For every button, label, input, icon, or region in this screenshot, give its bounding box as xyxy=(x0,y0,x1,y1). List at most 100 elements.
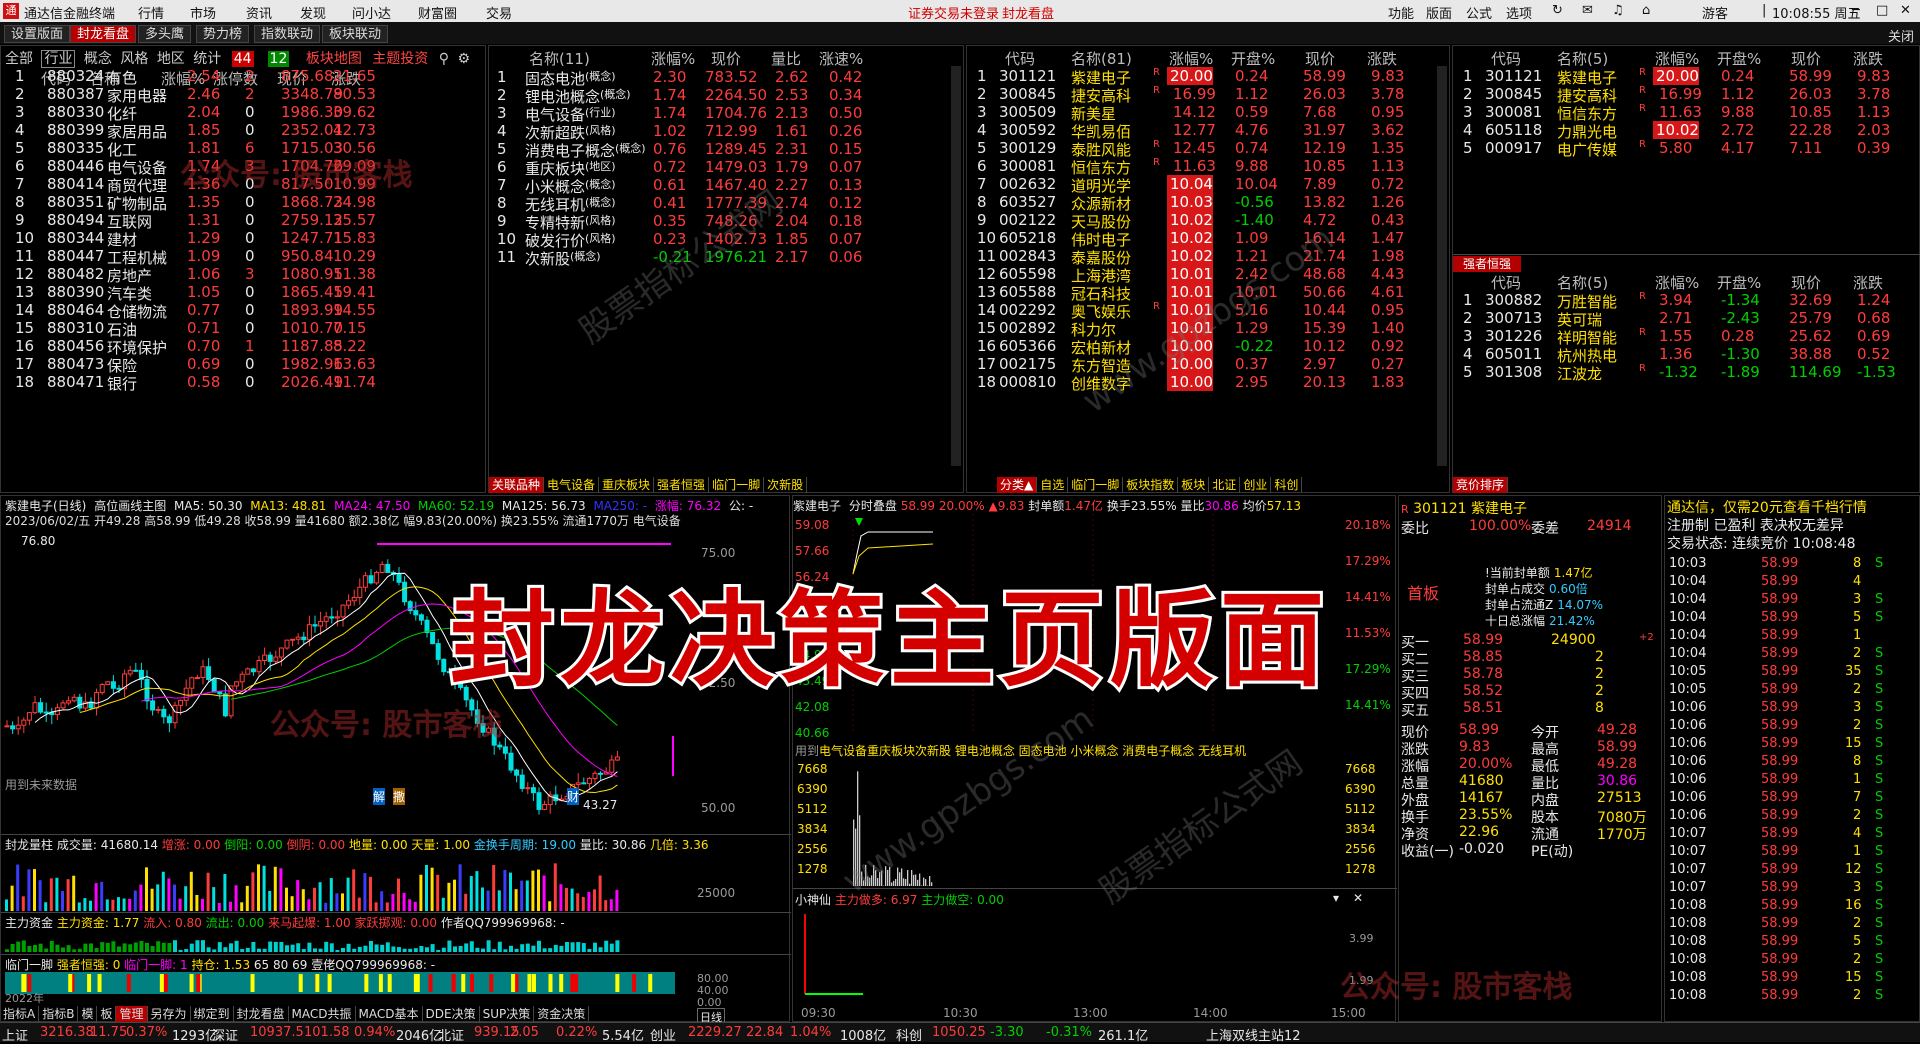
limit-col-header[interactable]: 涨幅% xyxy=(1169,48,1213,69)
menu-layout[interactable]: 版面 xyxy=(1426,3,1452,22)
table-row[interactable]: 13880390汽车类1.0501865.4519.41 xyxy=(1,283,487,301)
minimize-icon[interactable]: ─ xyxy=(1852,3,1860,18)
sub-down-icon[interactable]: ▾ xyxy=(1333,891,1339,905)
table-row[interactable]: 5301308江波龙R-1.32-1.89114.69-1.53 xyxy=(1453,363,1920,381)
top5-col-header[interactable]: 现价 xyxy=(1791,48,1821,69)
concept-col-header[interactable]: 名称(11) xyxy=(529,48,590,69)
table-row[interactable]: 5000917电广传媒R5.804.177.110.39 xyxy=(1453,139,1920,157)
table-row[interactable]: 18880471银行0.5802026.4911.74 xyxy=(1,373,487,391)
table-row[interactable]: 18000810创维数字10.002.9520.131.83 xyxy=(967,373,1447,391)
kline-tab[interactable]: MACD基本 xyxy=(356,1006,423,1022)
mail-icon[interactable]: ✉ xyxy=(1582,3,1593,18)
limit-tab[interactable]: 分类▲ xyxy=(997,477,1037,493)
user-name[interactable]: 游客 xyxy=(1702,3,1728,22)
table-row[interactable]: 11880447工程机械1.090950.8410.29 xyxy=(1,247,487,265)
concept-tab[interactable]: 重庆板块 xyxy=(599,477,654,493)
kline-tab[interactable]: MACD共振 xyxy=(289,1006,356,1022)
menu-formula[interactable]: 公式 xyxy=(1466,3,1492,22)
scrollbar[interactable] xyxy=(951,66,961,466)
table-row[interactable]: 17002175东方智造10.000.372.970.27 xyxy=(967,355,1447,373)
sector-map-link[interactable]: 板块地图 xyxy=(306,51,362,67)
limit-col-header[interactable]: 涨跌 xyxy=(1367,48,1397,69)
table-row[interactable]: 9880494互联网1.3102759.1235.57 xyxy=(1,211,487,229)
sub-close-icon[interactable]: ✕ xyxy=(1353,891,1363,905)
kline-tab[interactable]: SUP决策 xyxy=(480,1006,535,1022)
strong-col-header[interactable]: 涨幅% xyxy=(1655,272,1699,293)
table-row[interactable]: 2300845捷安高科R16.991.1226.033.78 xyxy=(967,85,1447,103)
kline-tab[interactable]: 板 xyxy=(97,1006,116,1022)
tab-sector-link[interactable]: 板块联动 xyxy=(322,25,388,43)
tab-index-link[interactable]: 指数联动 xyxy=(254,25,320,43)
concept-col-header[interactable]: 涨速% xyxy=(819,48,863,69)
table-row[interactable]: 14880464仓储物流0.7701893.9914.55 xyxy=(1,301,487,319)
tab-fenglong[interactable]: 封龙看盘 xyxy=(70,25,136,43)
kline-tab[interactable]: 模 xyxy=(78,1006,97,1022)
maximize-icon[interactable]: □ xyxy=(1876,3,1888,18)
gear-icon[interactable]: ⚙ xyxy=(457,51,470,67)
menu-discover[interactable]: 发现 xyxy=(300,3,326,22)
table-row[interactable]: 7小米概念(概念)0.611467.402.270.13 xyxy=(489,176,965,194)
strong-col-header[interactable]: 现价 xyxy=(1791,272,1821,293)
top5-col-header[interactable]: 名称(5) xyxy=(1557,48,1608,69)
table-row[interactable]: 4次新超跌(风格)1.02712.991.610.26 xyxy=(489,122,965,140)
strong-label[interactable]: 强者恒强 xyxy=(1453,256,1521,272)
limit-col-header[interactable]: 代码 xyxy=(1005,48,1035,69)
table-row[interactable]: 3300509新美星14.120.597.680.95 xyxy=(967,103,1447,121)
table-row[interactable]: 5300129泰胜风能R12.450.7412.191.35 xyxy=(967,139,1447,157)
table-row[interactable]: 12605598上海港湾10.012.4248.684.43 xyxy=(967,265,1447,283)
home-icon[interactable]: ⌂ xyxy=(1642,3,1650,18)
kline-tab[interactable]: 绑定到 xyxy=(191,1006,234,1022)
theme-invest-link[interactable]: 主题投资 xyxy=(372,51,428,67)
kline-tab[interactable]: 管理 xyxy=(116,1006,147,1022)
limit-col-header[interactable]: 开盘% xyxy=(1231,48,1275,69)
table-row[interactable]: 1301121紫建电子R20.000.2458.999.83 xyxy=(1453,67,1920,85)
table-row[interactable]: 2锂电池概念(概念)1.742264.502.530.34 xyxy=(489,86,965,104)
concept-tab[interactable]: 临门一脚 xyxy=(709,477,764,493)
table-row[interactable]: 4880399家居用品1.8502352.0142.73 xyxy=(1,121,487,139)
table-row[interactable]: 17880473保险0.6901982.9613.63 xyxy=(1,355,487,373)
table-row[interactable]: 5消费电子概念(概念)0.761289.452.310.15 xyxy=(489,140,965,158)
table-row[interactable]: 3301226祥明智能R1.550.2825.620.69 xyxy=(1453,327,1920,345)
table-row[interactable]: 4300592华凯易佰12.774.7631.973.62 xyxy=(967,121,1447,139)
menu-trade[interactable]: 交易 xyxy=(486,3,512,22)
limit-col-header[interactable]: 现价 xyxy=(1305,48,1335,69)
table-row[interactable]: 15880310石油0.7101010.707.15 xyxy=(1,319,487,337)
menu-ask[interactable]: 问小达 xyxy=(352,3,391,22)
concept-tab[interactable]: 强者恒强 xyxy=(654,477,709,493)
table-row[interactable]: 2880387家用电器2.4623348.7980.53 xyxy=(1,85,487,103)
menu-wealth[interactable]: 财富圈 xyxy=(418,3,457,22)
menu-options[interactable]: 选项 xyxy=(1506,3,1532,22)
table-row[interactable]: 10605218伟时电子10.021.0916.141.47 xyxy=(967,229,1447,247)
close-panel-button[interactable]: 关闭 xyxy=(1888,26,1914,45)
top5-col-header[interactable]: 代码 xyxy=(1491,48,1521,69)
refresh-icon[interactable]: ↻ xyxy=(1552,3,1563,18)
scrollbar[interactable] xyxy=(1437,66,1447,466)
ad-banner[interactable]: 通达信，仅需20元查看千档行情 xyxy=(1667,497,1867,517)
concept-col-header[interactable]: 涨幅% xyxy=(651,48,695,69)
concept-tab[interactable]: 电气设备 xyxy=(544,477,599,493)
table-row[interactable]: 1固态电池(概念)2.30783.522.620.42 xyxy=(489,68,965,86)
filter-all[interactable]: 全部 xyxy=(5,51,33,67)
table-row[interactable]: 2300845捷安高科R16.991.1226.033.78 xyxy=(1453,85,1920,103)
limit-tab[interactable]: 临门一脚 xyxy=(1068,477,1123,493)
tick-panel[interactable]: 通达信，仅需20元查看千档行情 注册制 已盈利 表决权无差异 交易状态: 连续竞… xyxy=(1664,495,1920,1022)
limit-tab[interactable]: 板块指数 xyxy=(1123,477,1178,493)
kline-tab[interactable]: 另存为 xyxy=(148,1006,191,1022)
kline-tab[interactable]: 资金决策 xyxy=(534,1006,589,1022)
concept-col-header[interactable]: 量比 xyxy=(771,48,801,69)
limit-tab[interactable]: 自选 xyxy=(1037,477,1068,493)
filter-style[interactable]: 风格 xyxy=(120,51,148,67)
limit-tab[interactable]: 科创 xyxy=(1271,477,1302,493)
table-row[interactable]: 16880456环境保护0.7011187.858.22 xyxy=(1,337,487,355)
strong-col-header[interactable]: 开盘% xyxy=(1717,272,1761,293)
table-row[interactable]: 4605118力鼎光电10.022.7222.282.03 xyxy=(1453,121,1920,139)
kline-tab[interactable]: DDE决策 xyxy=(423,1006,480,1022)
table-row[interactable]: 7002632道明光学10.0410.047.890.72 xyxy=(967,175,1447,193)
menu-hq[interactable]: 行情 xyxy=(138,3,164,22)
close-icon[interactable]: ✕ xyxy=(1900,3,1911,18)
table-row[interactable]: 2300713英可瑞2.71-2.4325.790.68 xyxy=(1453,309,1920,327)
limit-col-header[interactable]: 名称(81) xyxy=(1071,48,1132,69)
menu-news[interactable]: 资讯 xyxy=(246,3,272,22)
kline-tab[interactable]: 指标A xyxy=(0,1006,39,1022)
table-row[interactable]: 4605011杭州热电1.36-1.3038.880.52 xyxy=(1453,345,1920,363)
